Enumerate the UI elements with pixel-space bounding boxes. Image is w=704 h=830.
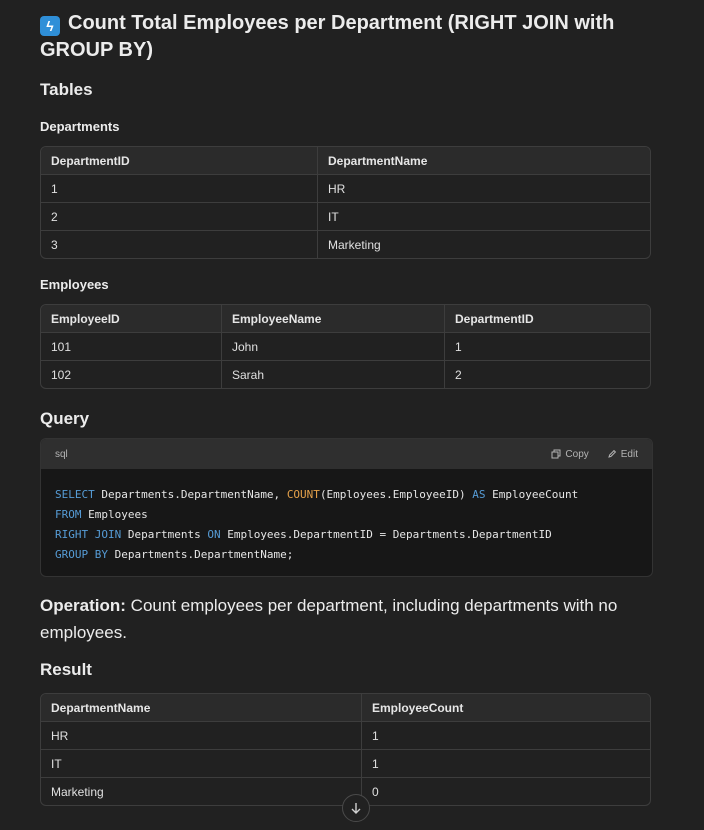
table-header-row: DepartmentName EmployeeCount xyxy=(41,694,650,722)
table-header-row: DepartmentID DepartmentName xyxy=(41,147,650,175)
table-cell: 1 xyxy=(444,333,650,360)
table-row: 3 Marketing xyxy=(41,230,650,258)
table-row: 1 HR xyxy=(41,175,650,202)
result-table: DepartmentName EmployeeCount HR 1 IT 1 M… xyxy=(40,693,651,806)
column-header: DepartmentID xyxy=(41,147,317,175)
operation-text: Operation: Count employees per departmen… xyxy=(40,592,653,646)
scroll-down-button[interactable] xyxy=(342,794,370,822)
table-header-row: EmployeeID EmployeeName DepartmentID xyxy=(41,305,650,333)
column-header: EmployeeCount xyxy=(361,694,650,722)
table-cell: HR xyxy=(317,175,650,202)
table-cell: 0 xyxy=(361,777,650,805)
table-row: 102 Sarah 2 xyxy=(41,360,650,388)
lightning-icon: ϟ xyxy=(40,16,60,36)
departments-heading: Departments xyxy=(40,119,120,134)
table-cell: 2 xyxy=(444,360,650,388)
code-line: GROUP BY Departments.DepartmentName; xyxy=(55,548,294,561)
operation-label: Operation: xyxy=(40,596,126,615)
table-cell: IT xyxy=(41,749,361,777)
table-cell: 101 xyxy=(51,339,72,354)
employees-table: EmployeeID EmployeeName DepartmentID 101… xyxy=(40,304,651,389)
table-cell: 2 xyxy=(41,202,317,230)
page-title: ϟ Count Total Employees per Department (R… xyxy=(40,10,653,64)
arrow-down-icon xyxy=(351,803,361,814)
operation-description: Count employees per department, includin… xyxy=(40,596,618,642)
result-heading: Result xyxy=(40,660,92,679)
column-header: DepartmentName xyxy=(41,694,361,722)
code-block: sql Copy Edit SELECT Departments.Departm… xyxy=(40,438,653,577)
code-block-header: sql Copy Edit xyxy=(41,439,652,469)
table-row: 2 IT xyxy=(41,202,650,230)
column-header: EmployeeID xyxy=(41,305,221,333)
column-header: DepartmentID xyxy=(444,305,650,333)
pencil-icon xyxy=(608,449,616,458)
table-cell: HR xyxy=(51,728,69,743)
edit-label: Edit xyxy=(620,448,638,460)
table-cell: Marketing xyxy=(41,777,361,805)
table-cell: 1 xyxy=(361,722,650,749)
table-row: 101 John 1 xyxy=(41,333,650,360)
table-cell: 3 xyxy=(41,230,317,258)
table-cell: Marketing xyxy=(317,230,650,258)
employees-heading: Employees xyxy=(40,277,109,292)
table-cell: John xyxy=(221,333,444,360)
table-cell: 102 xyxy=(41,360,221,388)
copy-button[interactable]: Copy xyxy=(551,448,589,460)
edit-button[interactable]: Edit xyxy=(607,449,638,460)
page-title-text: Count Total Employees per Department (RI… xyxy=(40,12,615,61)
code-body: SELECT Departments.DepartmentName, COUNT… xyxy=(41,469,652,576)
code-line: SELECT Departments.DepartmentName, COUNT… xyxy=(55,488,579,501)
copy-label: Copy xyxy=(565,448,589,460)
code-line: FROM Employees xyxy=(55,508,148,521)
code-line: RIGHT JOIN Departments ON Employees.Depa… xyxy=(55,528,552,541)
table-row: HR 1 xyxy=(41,722,650,749)
column-header: DepartmentName xyxy=(317,147,650,175)
table-cell: 1 xyxy=(51,181,58,196)
table-row: IT 1 xyxy=(41,749,650,777)
table-cell: Sarah xyxy=(221,360,444,388)
query-heading: Query xyxy=(40,409,90,428)
tables-heading: Tables xyxy=(40,80,93,99)
copy-icon xyxy=(551,449,561,459)
code-language-label: sql xyxy=(55,448,68,460)
table-cell: 1 xyxy=(361,749,650,777)
table-cell: IT xyxy=(317,202,650,230)
column-header: EmployeeName xyxy=(221,305,444,333)
departments-table: DepartmentID DepartmentName 1 HR 2 IT 3 … xyxy=(40,146,651,259)
